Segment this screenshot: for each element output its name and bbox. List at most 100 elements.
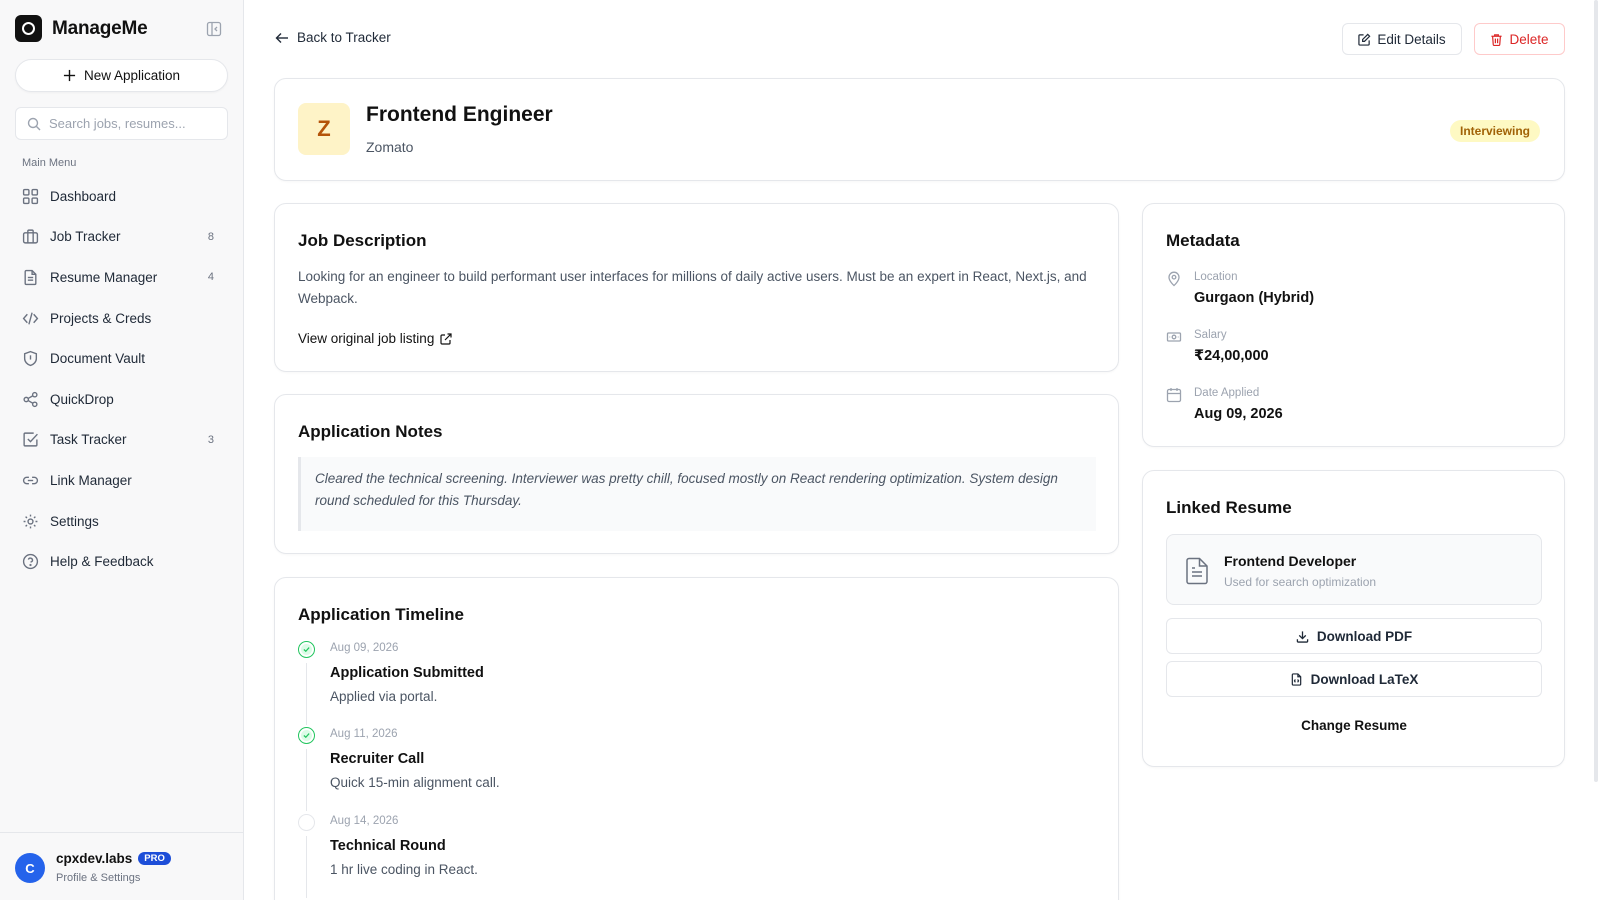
sidebar-item-count: 3 xyxy=(207,433,214,446)
sidebar-item-quickdrop[interactable]: QuickDrop xyxy=(15,379,228,420)
briefcase-icon xyxy=(22,229,39,244)
page-scrollbar[interactable] xyxy=(1594,0,1598,782)
metadata-value: ₹24,00,000 xyxy=(1194,348,1269,364)
sidebar-item-count: 8 xyxy=(207,230,214,243)
timeline-title: Application Submitted xyxy=(330,665,484,681)
check-circle-icon xyxy=(298,641,315,658)
gear-icon xyxy=(23,514,38,528)
new-application-button[interactable]: New Application xyxy=(15,59,228,92)
job-description-text: Looking for an engineer to build perform… xyxy=(298,269,1087,306)
brand[interactable]: ManageMe xyxy=(15,15,148,42)
delete-button[interactable]: Delete xyxy=(1474,23,1565,55)
sidebar-item-count: 4 xyxy=(207,271,214,284)
sidebar-item-dashboard[interactable]: Dashboard xyxy=(15,176,228,217)
linked-resume-card: Linked Resume Frontend Developer Used fo… xyxy=(1142,470,1565,767)
view-listing-link[interactable]: View original job listing xyxy=(298,331,452,346)
sidebar-item-label: Dashboard xyxy=(50,188,117,204)
sidebar-item-projects-creds[interactable]: Projects & Creds xyxy=(15,298,228,339)
sidebar-item-label: Job Tracker xyxy=(50,229,121,245)
view-listing-label: View original job listing xyxy=(298,331,435,346)
banknote-icon xyxy=(1166,332,1182,342)
check-circle-icon xyxy=(298,727,315,744)
resume-subtitle: Used for search optimization xyxy=(1224,575,1377,589)
calendar-icon xyxy=(1166,388,1182,403)
back-to-tracker-link[interactable]: Back to Tracker xyxy=(275,30,391,45)
section-title: Application Timeline xyxy=(298,605,464,624)
timeline-connector xyxy=(306,836,307,898)
timeline-date: Aug 09, 2026 xyxy=(330,642,399,654)
profile-username: cpxdev.labs xyxy=(56,851,133,866)
metadata-label: Location xyxy=(1194,271,1238,283)
menu-section-title: Main Menu xyxy=(22,157,77,169)
timeline-title: Technical Round xyxy=(330,838,446,854)
download-pdf-label: Download PDF xyxy=(1316,628,1413,644)
profile-section[interactable]: C cpxdev.labs PRO Profile & Settings xyxy=(0,832,244,900)
section-title: Job Description xyxy=(298,231,427,250)
section-title: Application Notes xyxy=(298,422,443,441)
profile-name: cpxdev.labs PRO xyxy=(56,851,171,866)
main-nav: Dashboard Job Tracker 8 Resume Manager 4… xyxy=(15,176,228,582)
sidebar-item-link-manager[interactable]: Link Manager xyxy=(15,460,228,501)
timeline-desc: 1 hr live coding in React. xyxy=(330,862,478,877)
application-notes-card: Application Notes Cleared the technical … xyxy=(274,394,1119,554)
sidebar-item-task-tracker[interactable]: Task Tracker 3 xyxy=(15,420,228,461)
edit-icon xyxy=(1358,33,1371,46)
download-latex-label: Download LaTeX xyxy=(1310,671,1419,687)
sidebar-item-label: QuickDrop xyxy=(50,391,114,407)
checkbox-icon xyxy=(23,432,38,447)
resume-name: Frontend Developer xyxy=(1224,553,1357,569)
linked-resume-item[interactable]: Frontend Developer Used for search optim… xyxy=(1166,534,1542,605)
timeline-connector xyxy=(306,749,307,811)
job-title: Frontend Engineer xyxy=(366,103,553,126)
sidebar: ManageMe New Application Main Menu Dashb… xyxy=(0,0,244,900)
change-resume-button[interactable]: Change Resume xyxy=(1166,718,1542,733)
timeline-date: Aug 14, 2026 xyxy=(330,815,399,827)
edit-details-button[interactable]: Edit Details xyxy=(1342,23,1462,55)
timeline-title: Recruiter Call xyxy=(330,751,425,767)
dashboard-icon xyxy=(22,188,39,204)
plus-icon xyxy=(63,69,76,82)
sidebar-item-job-tracker[interactable]: Job Tracker 8 xyxy=(15,217,228,258)
sidebar-item-label: Link Manager xyxy=(50,472,132,488)
pro-badge: PRO xyxy=(138,852,171,865)
sidebar-item-label: Resume Manager xyxy=(50,269,158,285)
notes-text[interactable]: Cleared the technical screening. Intervi… xyxy=(298,457,1096,531)
timeline-connector xyxy=(306,663,307,725)
sidebar-item-label: Help & Feedback xyxy=(50,554,154,570)
timeline-desc: Applied via portal. xyxy=(330,689,438,704)
download-pdf-button[interactable]: Download PDF xyxy=(1166,618,1542,654)
section-title: Metadata xyxy=(1166,231,1240,250)
document-icon xyxy=(1186,557,1208,585)
delete-label: Delete xyxy=(1509,31,1549,47)
status-badge[interactable]: Interviewing xyxy=(1449,120,1540,142)
timeline-desc: Quick 15-min alignment call. xyxy=(330,775,500,790)
arrow-left-icon xyxy=(275,32,288,43)
metadata-label: Salary xyxy=(1194,329,1227,341)
job-header-card: Z Frontend Engineer Zomato Interviewing xyxy=(274,78,1565,181)
code-icon xyxy=(22,312,39,325)
edit-label: Edit Details xyxy=(1377,31,1446,47)
avatar[interactable]: C xyxy=(15,853,45,883)
profile-subtitle: Profile & Settings xyxy=(56,872,141,884)
sidebar-item-label: Settings xyxy=(50,513,99,529)
map-pin-icon xyxy=(1168,271,1180,287)
sidebar-toggle-icon[interactable] xyxy=(206,21,222,37)
file-code-icon xyxy=(1291,672,1301,686)
timeline-date: Aug 11, 2026 xyxy=(330,728,398,740)
sidebar-item-label: Task Tracker xyxy=(50,432,127,448)
file-icon xyxy=(24,269,37,286)
shield-icon xyxy=(23,351,38,367)
brand-name: ManageMe xyxy=(52,17,148,39)
sidebar-item-resume-manager[interactable]: Resume Manager 4 xyxy=(15,257,228,298)
sidebar-item-label: Document Vault xyxy=(50,351,146,367)
company-name: Zomato xyxy=(366,139,414,155)
application-timeline-card: Application Timeline Aug 09, 2026 Applic… xyxy=(274,577,1119,900)
sidebar-item-settings[interactable]: Settings xyxy=(15,501,228,542)
search-input[interactable] xyxy=(49,116,219,131)
sidebar-item-help-feedback[interactable]: Help & Feedback xyxy=(15,541,228,582)
metadata-value: Aug 09, 2026 xyxy=(1194,406,1283,422)
search-box[interactable] xyxy=(15,107,228,140)
download-latex-button[interactable]: Download LaTeX xyxy=(1166,661,1542,697)
sidebar-item-document-vault[interactable]: Document Vault xyxy=(15,338,228,379)
link-icon xyxy=(22,476,39,485)
